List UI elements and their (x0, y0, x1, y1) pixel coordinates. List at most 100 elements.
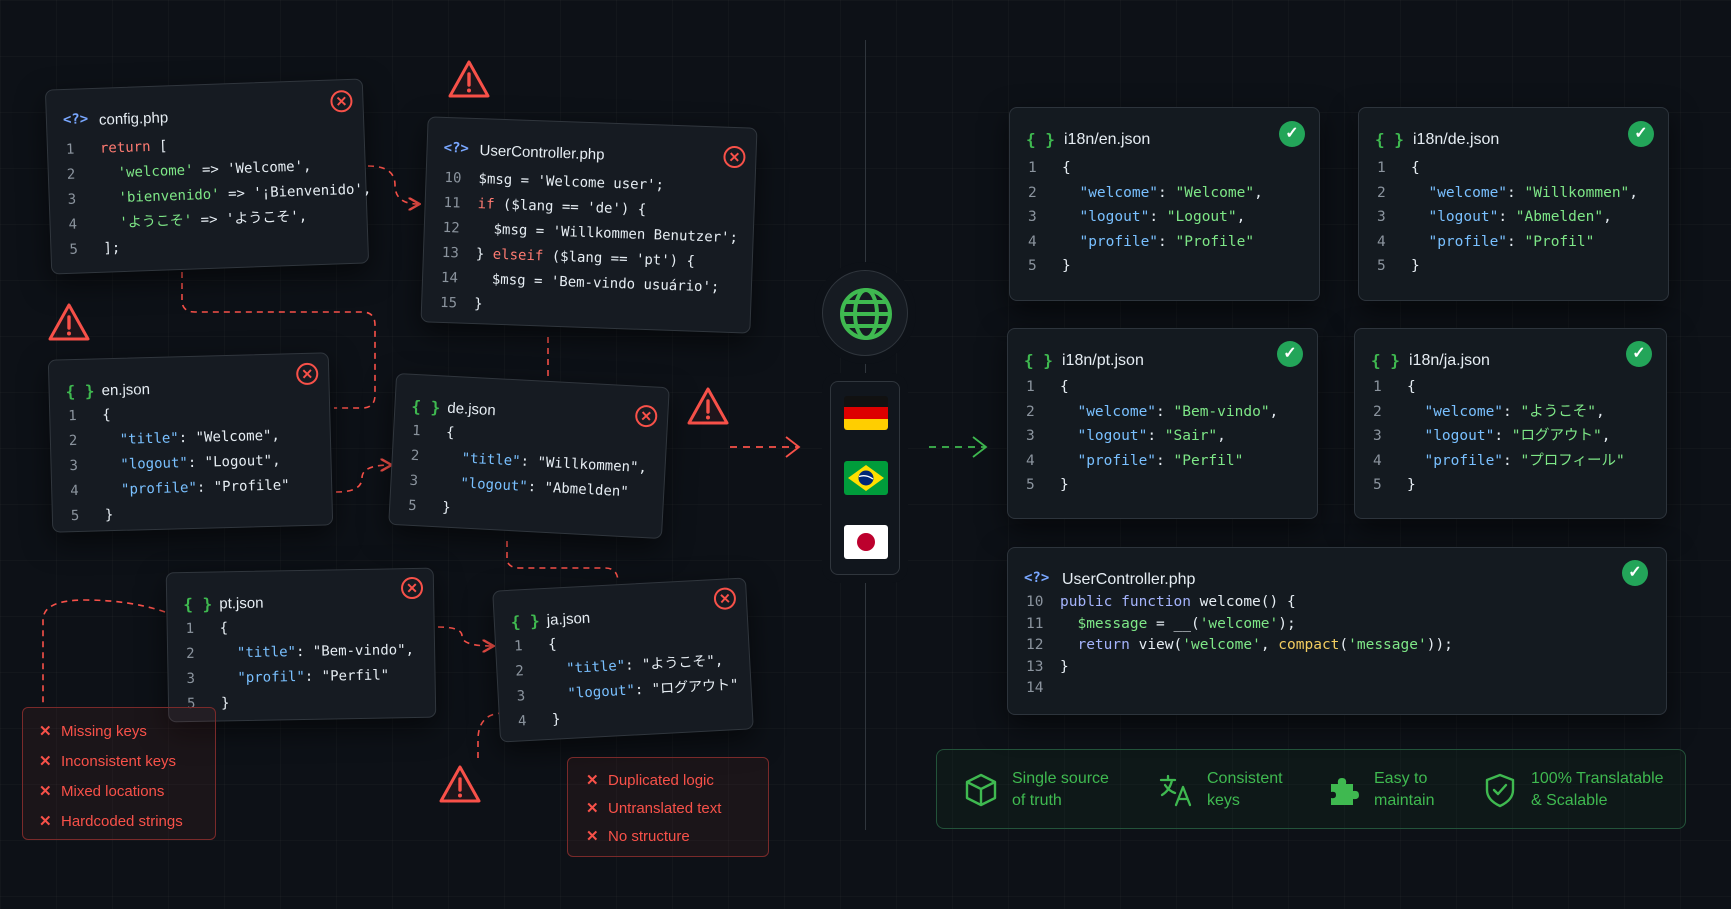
line-number: 5 (70, 507, 80, 525)
code-token: ( (1339, 637, 1349, 653)
code-token: 'pt' (635, 251, 670, 269)
benefit-label: Easy to (1374, 770, 1428, 787)
code-token: ]; (103, 240, 121, 257)
code-token: "ログアウト" (1511, 428, 1602, 444)
code-token: 'Welcome' (226, 158, 304, 178)
code-token: , (1629, 184, 1639, 201)
code-token: $msg = (476, 221, 553, 240)
code-token: } (551, 711, 561, 728)
code-token: : (1156, 452, 1174, 469)
line-number: 3 (409, 472, 419, 490)
code-token: '¡Bienvenido' (253, 181, 364, 202)
file-name: ja.json (546, 609, 591, 629)
check-icon: ✓ (1626, 341, 1652, 367)
cube-icon (965, 773, 997, 807)
code-line: 1{ (1028, 156, 1309, 181)
code-line: 10 public function welcome() { (1026, 592, 1656, 614)
line-number: 14 (440, 269, 459, 287)
code-line: 4 "profile": "プロフィール" (1373, 449, 1656, 474)
code-token: "Abmelden" (544, 479, 630, 501)
close-icon[interactable]: ✕ (330, 89, 353, 113)
code-line: 3 "logout": "Logout", (1028, 205, 1309, 230)
close-icon[interactable]: ✕ (634, 404, 658, 428)
code-token: => (193, 161, 228, 179)
line-number: 3 (1028, 209, 1037, 225)
close-icon[interactable]: ✕ (400, 576, 424, 600)
json-braces-icon: { } (65, 381, 95, 402)
messy-file-card: { } pt.json ✕ 1 {2 "title": "Bem-vindo", 3… (165, 567, 437, 723)
close-icon[interactable]: ✕ (713, 587, 737, 611)
code-token: "Abmelden" (1515, 209, 1604, 225)
code-token: , (362, 181, 372, 198)
json-braces-icon: { } (183, 594, 213, 615)
code-token: : (187, 454, 205, 472)
code-token: : (1507, 233, 1525, 250)
warning-icon (448, 60, 490, 98)
code-token: ) { (620, 201, 647, 218)
code-token: , (1269, 403, 1279, 420)
close-icon[interactable]: ✕ (723, 145, 746, 169)
messy-file-card: <?> UserController.php ✕ 10 $msg = 'Welco… (420, 116, 758, 334)
code-token: , (298, 208, 308, 225)
code-token: "title" (565, 657, 626, 677)
benefit-label: 100% Translatable (1531, 770, 1664, 787)
issue-item: ✕ Missing keys (39, 723, 147, 740)
x-mark-icon: ✕ (586, 800, 599, 817)
code-line: 1{ (1026, 375, 1307, 400)
line-number: 2 (68, 432, 78, 450)
globe-icon (840, 288, 892, 340)
germany-flag (844, 396, 888, 430)
code-line: 12 return view('welcome', compact('messa… (1026, 635, 1656, 657)
i18n-file-card: { } i18n/ja.json ✓ 1{2 "welcome": "ようこそ"… (1354, 328, 1667, 519)
code-token: } (1411, 258, 1420, 274)
line-number: 2 (186, 645, 195, 663)
messy-file-card: { } de.json ✕ 1 {2 "title": "Willkommen",… (388, 372, 670, 540)
json-braces-icon: { } (1371, 351, 1400, 370)
code-token: : (1498, 209, 1516, 225)
line-number: 3 (67, 191, 77, 208)
line-number: 3 (69, 457, 79, 475)
json-braces-icon: { } (510, 611, 541, 632)
code-token: { (445, 424, 455, 442)
code-token: : (1503, 403, 1521, 420)
file-name: UserController.php (479, 142, 605, 164)
code-token: )); (1426, 637, 1453, 653)
code-token: 'welcome' (1182, 637, 1261, 653)
code-token: 'Welcome user' (537, 173, 656, 194)
shield-check-icon (1485, 773, 1515, 808)
code-line: 3 "logout": "Abmelden", (1377, 205, 1658, 230)
code-token: "Perfil" (321, 667, 390, 685)
line-number: 2 (1377, 184, 1386, 201)
file-name: i18n/ja.json (1409, 352, 1490, 369)
code-token: 'ようこそ' (225, 208, 300, 228)
code-token: , (271, 427, 281, 444)
benefit-label: Consistent (1207, 770, 1283, 787)
check-icon: ✓ (1277, 341, 1303, 367)
japan-flag (844, 525, 888, 559)
warning-icon (48, 303, 90, 341)
code-token: "Welcome" (195, 427, 272, 446)
line-number: 1 (1373, 379, 1382, 395)
code-token: ; (655, 177, 665, 194)
i18n-file-card: { } i18n/pt.json ✓ 1{2 "welcome": "Bem-v… (1007, 328, 1318, 519)
code-token: "Willkommen" (1524, 184, 1630, 201)
line-number: 5 (1028, 258, 1037, 274)
code-token: $message (1077, 615, 1148, 632)
code-token: } (104, 507, 114, 524)
code-token: : (1147, 428, 1165, 444)
code-line: 5} (1377, 254, 1658, 279)
code-token: : (1494, 428, 1512, 444)
code-token: "profile" (1079, 233, 1159, 250)
code-token: : (1503, 452, 1521, 469)
line-number: 5 (1373, 477, 1382, 493)
close-icon[interactable]: ✕ (295, 362, 319, 386)
